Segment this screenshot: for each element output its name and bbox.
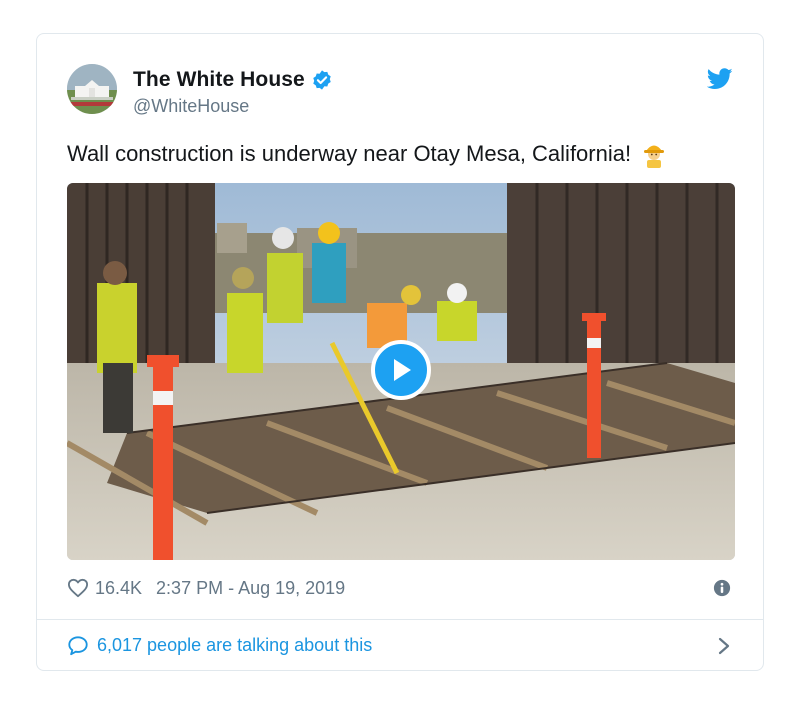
display-name[interactable]: The White House xyxy=(133,68,305,92)
play-button[interactable] xyxy=(371,340,431,400)
twitter-bird-icon[interactable] xyxy=(707,68,733,90)
tweet-text: Wall construction is underway near Otay … xyxy=(67,141,632,166)
heart-icon[interactable] xyxy=(67,578,89,598)
tweet-header: The White House @WhiteHouse xyxy=(67,64,735,124)
info-icon[interactable] xyxy=(713,579,731,597)
tweet-text-row: Wall construction is underway near Otay … xyxy=(67,140,667,168)
construction-worker-emoji xyxy=(644,145,665,168)
video-player[interactable] xyxy=(67,183,735,560)
speech-bubble-icon xyxy=(68,636,88,656)
talking-count-link[interactable]: 6,017 people are talking about this xyxy=(97,635,372,656)
avatar[interactable] xyxy=(67,64,117,114)
like-count[interactable]: 16.4K xyxy=(95,578,142,599)
conversation-link[interactable]: 6,017 people are talking about this xyxy=(37,620,763,672)
chevron-right-icon[interactable] xyxy=(717,637,731,655)
tweet-card: The White House @WhiteHouse Wall constru… xyxy=(36,33,764,671)
play-icon xyxy=(394,359,411,381)
tweet-meta: 16.4K 2:37 PM - Aug 19, 2019 xyxy=(67,574,735,602)
verified-badge-icon xyxy=(313,70,331,90)
white-house-avatar-image xyxy=(67,64,117,114)
timestamp[interactable]: 2:37 PM - Aug 19, 2019 xyxy=(156,578,345,599)
author-names: The White House @WhiteHouse xyxy=(133,66,333,117)
handle[interactable]: @WhiteHouse xyxy=(133,96,333,117)
